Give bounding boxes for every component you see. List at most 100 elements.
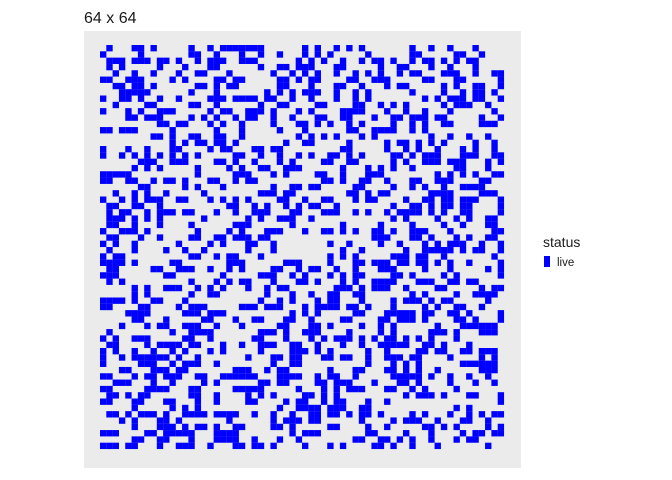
live-cell bbox=[188, 436, 195, 443]
live-cell bbox=[485, 329, 492, 336]
live-cell bbox=[118, 354, 126, 361]
live-cell bbox=[390, 152, 397, 159]
live-cell bbox=[188, 392, 195, 399]
live-cell bbox=[478, 190, 486, 197]
live-cell bbox=[434, 442, 441, 450]
live-cell bbox=[339, 398, 347, 405]
live-cell bbox=[466, 152, 473, 159]
live-cell bbox=[182, 360, 189, 367]
live-cell bbox=[377, 76, 385, 83]
live-cell bbox=[131, 284, 138, 292]
live-cell bbox=[270, 417, 277, 424]
live-cell bbox=[403, 392, 410, 399]
live-cell bbox=[302, 303, 309, 311]
live-cell bbox=[137, 45, 145, 52]
live-cell bbox=[276, 82, 284, 90]
live-cell bbox=[270, 70, 277, 77]
live-cell bbox=[270, 354, 277, 361]
live-cell bbox=[352, 303, 359, 311]
live-cell bbox=[276, 215, 284, 222]
live-cell bbox=[485, 177, 492, 184]
live-cell bbox=[163, 411, 170, 418]
live-cell bbox=[409, 373, 416, 380]
live-cell bbox=[440, 183, 448, 191]
live-cell bbox=[245, 177, 252, 184]
live-cell bbox=[453, 76, 460, 83]
live-cell bbox=[384, 234, 391, 241]
live-cell bbox=[207, 95, 214, 102]
live-cell bbox=[352, 127, 359, 134]
live-cell bbox=[415, 348, 422, 355]
live-cell bbox=[169, 158, 176, 165]
live-cell bbox=[251, 385, 258, 393]
live-cell bbox=[264, 379, 271, 386]
live-cell bbox=[308, 82, 315, 90]
live-cell bbox=[238, 133, 246, 140]
live-cell bbox=[125, 114, 132, 121]
live-cell bbox=[472, 196, 479, 203]
live-cell bbox=[396, 70, 404, 77]
live-cell bbox=[175, 146, 183, 153]
live-cell bbox=[377, 284, 385, 292]
live-cell bbox=[434, 240, 441, 248]
live-cell bbox=[163, 316, 170, 323]
live-cell bbox=[403, 373, 410, 380]
live-cell bbox=[270, 228, 277, 235]
live-cell bbox=[131, 417, 138, 424]
live-cell bbox=[415, 278, 422, 285]
live-cell bbox=[106, 411, 113, 418]
live-cell bbox=[390, 215, 397, 222]
live-cell bbox=[434, 417, 441, 424]
live-cell bbox=[264, 209, 271, 216]
live-cell bbox=[485, 265, 492, 273]
live-cell bbox=[169, 209, 176, 216]
live-cell bbox=[409, 57, 416, 64]
live-cell bbox=[409, 411, 416, 418]
live-cell bbox=[333, 63, 340, 71]
live-cell bbox=[459, 95, 467, 102]
live-cell bbox=[264, 234, 271, 241]
live-cell bbox=[447, 95, 454, 102]
live-cell bbox=[346, 152, 353, 159]
live-cell bbox=[415, 417, 422, 424]
live-cell bbox=[156, 322, 164, 330]
live-cell bbox=[182, 423, 189, 431]
live-cell bbox=[150, 133, 157, 140]
live-cell bbox=[434, 190, 441, 197]
live-cell bbox=[125, 171, 132, 178]
live-cell bbox=[219, 158, 227, 165]
live-cell bbox=[390, 202, 397, 210]
live-cell bbox=[377, 411, 385, 418]
live-cell bbox=[245, 95, 252, 102]
live-cell bbox=[403, 259, 410, 266]
live-cell bbox=[308, 417, 315, 424]
live-cell bbox=[100, 398, 107, 405]
live-cell bbox=[302, 272, 309, 279]
live-cell bbox=[156, 417, 164, 424]
live-cell bbox=[409, 272, 416, 279]
live-cell bbox=[491, 108, 498, 115]
live-cell bbox=[352, 259, 359, 266]
live-cell bbox=[421, 183, 429, 191]
live-cell bbox=[118, 379, 126, 386]
live-cell bbox=[390, 114, 397, 121]
live-cell bbox=[333, 89, 340, 96]
live-cell bbox=[283, 373, 290, 380]
live-cell bbox=[283, 366, 290, 374]
live-cell bbox=[283, 139, 290, 147]
live-cell bbox=[118, 278, 126, 285]
live-cell bbox=[466, 133, 473, 140]
live-cell bbox=[358, 417, 366, 424]
live-cell bbox=[491, 70, 498, 77]
live-cell bbox=[371, 76, 378, 83]
live-cell bbox=[485, 158, 492, 165]
live-cell bbox=[194, 234, 202, 241]
live-cell bbox=[283, 101, 290, 109]
live-cell bbox=[144, 89, 151, 96]
live-cell bbox=[137, 354, 145, 361]
live-cell bbox=[219, 240, 227, 248]
live-cell bbox=[213, 114, 220, 121]
live-cell bbox=[320, 101, 328, 109]
live-cell bbox=[346, 329, 353, 336]
live-cell bbox=[403, 417, 410, 424]
